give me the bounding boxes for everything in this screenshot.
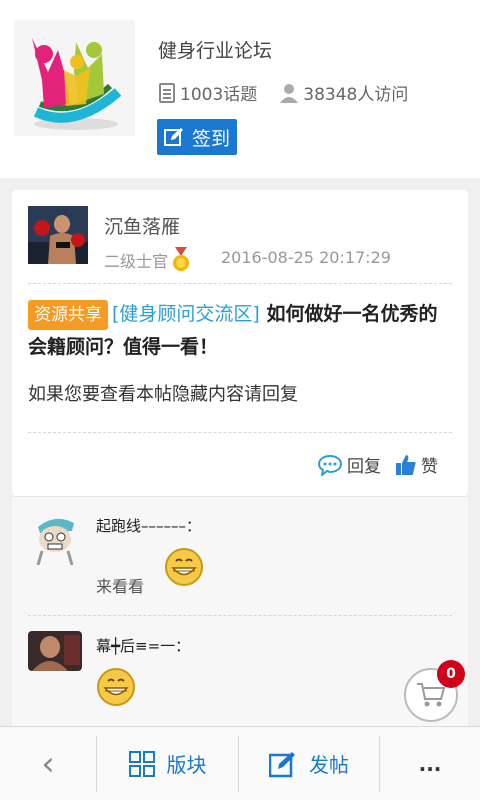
document-icon — [159, 82, 175, 103]
more-icon: ... — [418, 751, 442, 776]
forum-header: 健身行业论坛 1003话题 38348人访问 签到 — [0, 0, 480, 178]
divider — [28, 283, 452, 284]
grin-emoji-icon — [164, 547, 204, 591]
topics-count: 1003话题 — [180, 85, 258, 105]
grid-icon — [128, 750, 155, 777]
tag-badge[interactable]: 资源共享 — [28, 300, 108, 330]
visitors-count: 38348人访问 — [303, 85, 409, 105]
post-card: 沉鱼落雁 二级士官 2016-08-25 20:17:29 资源共享 [健身顾问交… — [12, 190, 468, 496]
reply-author[interactable]: 幕┿后≡=一： — [96, 635, 190, 656]
sections-label: 版块 — [166, 753, 207, 777]
author-name[interactable]: 沉鱼落雁 — [104, 212, 180, 239]
new-post-button[interactable]: 发帖 — [239, 727, 379, 800]
post-actions: 回复 赞 — [303, 452, 438, 477]
sections-button[interactable]: 版块 — [97, 727, 238, 800]
reply-avatar[interactable] — [28, 511, 82, 565]
category-link[interactable]: [健身顾问交流区] — [112, 303, 260, 325]
forum-logo — [14, 20, 135, 136]
forum-title: 健身行业论坛 — [158, 40, 273, 62]
reply-label: 回复 — [347, 457, 381, 477]
rank-label: 二级士官 — [104, 252, 169, 271]
reply-list: 起跑线––––––： 来看看 幕┿后≡=一： — [12, 496, 468, 726]
author-rank: 二级士官 — [104, 247, 192, 273]
reply-text: 来看看 — [96, 577, 145, 596]
cart-count-badge: 0 — [437, 660, 465, 688]
comment-icon — [317, 454, 343, 476]
checkin-label: 签到 — [191, 127, 230, 150]
author-avatar[interactable] — [28, 206, 88, 264]
back-icon: ‹ — [41, 743, 55, 784]
reply-button[interactable]: 回复 — [317, 452, 381, 477]
grin-emoji-icon — [96, 667, 136, 711]
person-icon — [280, 83, 299, 103]
edit-icon — [163, 128, 183, 146]
thumbs-up-icon — [396, 454, 416, 475]
like-label: 赞 — [421, 457, 438, 477]
post-title[interactable]: 资源共享 [健身顾问交流区] 如何做好一名优秀的会籍顾问？值得一看！ — [28, 298, 454, 364]
visitors-stat: 38348人访问 — [279, 80, 408, 105]
list-item: 幕┿后≡=一： — [28, 631, 458, 711]
hidden-content-notice: 如果您要查看本帖隐藏内容请回复 — [28, 384, 298, 405]
bottom-nav: ‹ 版块 发帖 ... — [0, 726, 480, 800]
cart-icon — [417, 683, 446, 707]
forum-stats: 1003话题 38348人访问 — [158, 80, 430, 105]
divider — [28, 432, 452, 433]
like-button[interactable]: 赞 — [395, 452, 438, 477]
back-button[interactable]: ‹ — [0, 727, 96, 800]
new-post-label: 发帖 — [309, 753, 349, 777]
post-timestamp: 2016-08-25 20:17:29 — [221, 248, 391, 267]
reply-author[interactable]: 起跑线––––––： — [96, 515, 201, 536]
edit-icon — [269, 751, 295, 777]
list-item: 起跑线––––––： 来看看 — [28, 511, 458, 609]
reply-avatar[interactable] — [28, 631, 82, 671]
checkin-button[interactable]: 签到 — [157, 119, 237, 155]
medal-icon — [173, 247, 190, 271]
topics-stat: 1003话题 — [158, 80, 257, 105]
more-button[interactable]: ... — [380, 727, 480, 800]
divider — [28, 615, 452, 616]
